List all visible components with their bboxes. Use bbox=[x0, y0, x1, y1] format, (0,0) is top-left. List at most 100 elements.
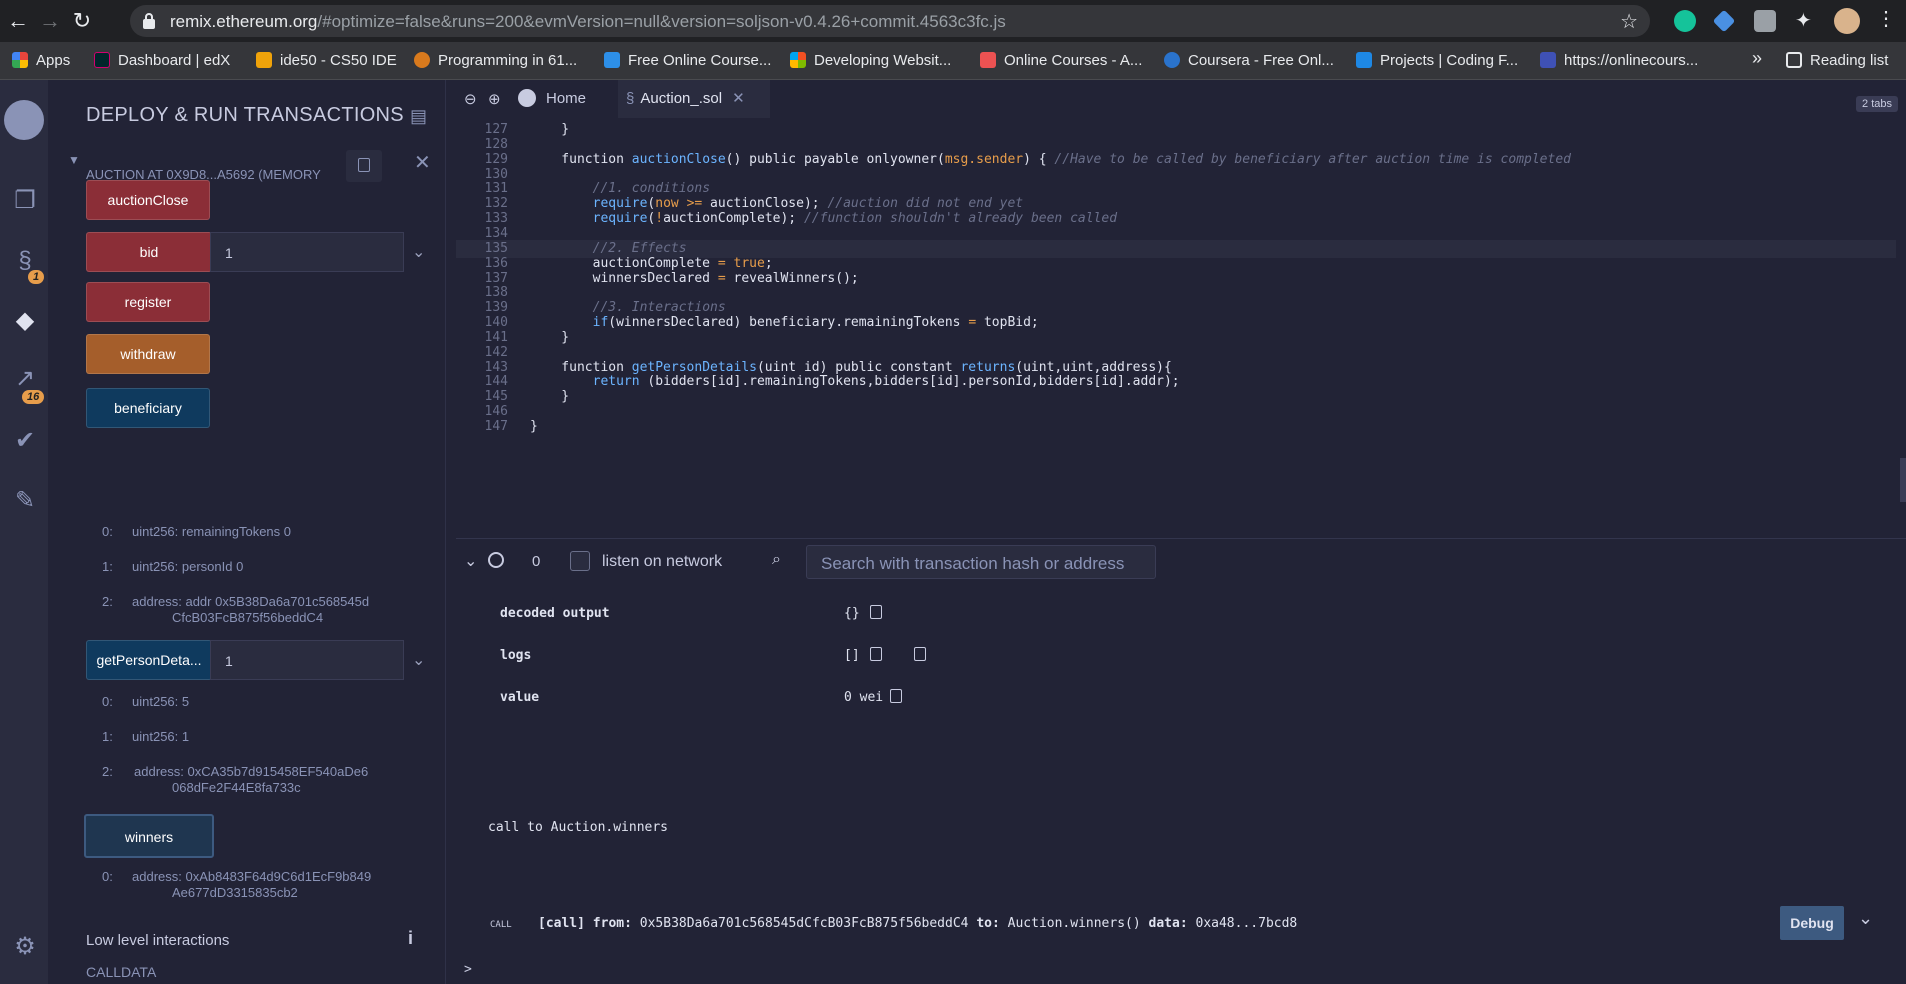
getpersondetails-input[interactable]: 1 bbox=[210, 640, 404, 680]
file-explorer-icon[interactable]: ❐ bbox=[10, 186, 40, 216]
copy-icon[interactable] bbox=[870, 605, 882, 619]
copy-address-button[interactable] bbox=[346, 150, 382, 182]
output-value-cont: 068dFe2F44E8fa733c bbox=[172, 780, 301, 795]
reading-list[interactable]: Reading list bbox=[1786, 52, 1888, 69]
debug-button[interactable]: Debug bbox=[1780, 906, 1844, 940]
output-value-cont: CfcB03FcB875f56beddC4 bbox=[172, 610, 324, 625]
extension-icon[interactable] bbox=[1754, 10, 1776, 32]
browser-chrome: ← → ↻ remix.ethereum.org/#optimize=false… bbox=[0, 0, 1906, 80]
toolbar: ← → ↻ remix.ethereum.org/#optimize=false… bbox=[0, 0, 1906, 42]
forward-arrow-icon[interactable]: → bbox=[38, 9, 62, 33]
bookmark-projects[interactable]: Projects | Coding F... bbox=[1356, 52, 1518, 69]
calldata-label: CALLDATA bbox=[86, 964, 157, 980]
line-number: 147 bbox=[484, 419, 508, 434]
getpersondetails-button[interactable]: getPersonDeta... bbox=[86, 640, 212, 680]
output-index: 1: bbox=[102, 729, 113, 744]
line-number: 132 bbox=[484, 196, 508, 212]
code-line: } bbox=[530, 122, 570, 137]
url-text: remix.ethereum.org/#optimize=false&runs=… bbox=[170, 12, 1006, 31]
copy-icon bbox=[358, 158, 370, 172]
code-line: //1. conditions bbox=[592, 181, 711, 197]
reload-icon[interactable]: ↻ bbox=[70, 9, 94, 33]
microsoft-icon bbox=[790, 52, 806, 68]
avatar[interactable] bbox=[1834, 8, 1860, 34]
docs-book-icon[interactable]: ▤ bbox=[410, 106, 427, 127]
code-line: //2. Effects bbox=[592, 240, 687, 256]
clear-console-icon[interactable] bbox=[488, 552, 504, 568]
settings-gear-icon[interactable]: ⚙ bbox=[10, 932, 40, 962]
transaction-search-input[interactable]: Search with transaction hash or address bbox=[806, 545, 1156, 579]
line-number: 135 bbox=[484, 240, 508, 256]
bookmark-apps[interactable]: Apps bbox=[12, 52, 70, 69]
console-prompt[interactable]: > bbox=[464, 962, 472, 977]
value-value: 0 wei bbox=[844, 690, 884, 705]
chevron-down-icon[interactable]: ▼ bbox=[68, 153, 80, 167]
menu-kebab-icon[interactable]: ⋮ bbox=[1876, 6, 1898, 30]
plugin-manager-icon[interactable]: ✎ bbox=[10, 486, 40, 516]
line-number: 142 bbox=[484, 344, 508, 360]
decoded-output-key: decoded output bbox=[500, 606, 610, 621]
code-editor[interactable]: 127 } 128 129 function auctionClose() publ… bbox=[456, 118, 1906, 508]
reading-list-icon bbox=[1786, 52, 1802, 68]
copy-icon[interactable] bbox=[870, 647, 882, 661]
zoom-in-icon[interactable]: ⊕ bbox=[488, 90, 501, 108]
extension-gem-icon[interactable] bbox=[1712, 9, 1736, 33]
output-value: uint256: personId 0 bbox=[132, 559, 244, 574]
tabs-count-dropdown[interactable]: 2 tabs bbox=[1856, 96, 1898, 112]
listen-network-checkbox[interactable] bbox=[570, 551, 590, 571]
bookmark-onlinecourses[interactable]: https://onlinecours... bbox=[1540, 52, 1698, 69]
chevron-down-icon[interactable]: ⌄ bbox=[412, 242, 425, 262]
bookmark-star-icon[interactable]: ☆ bbox=[1620, 9, 1638, 34]
zoom-out-icon[interactable]: ⊖ bbox=[464, 90, 477, 108]
winners-button[interactable]: winners bbox=[84, 814, 214, 858]
copy-icon[interactable] bbox=[890, 689, 902, 703]
collapse-terminal-icon[interactable]: ⌄ bbox=[464, 551, 477, 571]
solidity-file-icon: § bbox=[626, 90, 635, 107]
tab-auction-sol[interactable]: § Auction_.sol ✕ bbox=[618, 80, 770, 118]
output-index: 0: bbox=[102, 869, 113, 884]
line-number: 131 bbox=[484, 181, 508, 197]
bookmarks-overflow[interactable]: » bbox=[1752, 48, 1762, 69]
withdraw-button[interactable]: withdraw bbox=[86, 334, 210, 374]
call-line: [call] from: 0x5B38Da6a701c568545dCfcB03… bbox=[538, 916, 1298, 931]
bookmark-edx[interactable]: Dashboard | edX bbox=[94, 52, 230, 69]
line-number: 130 bbox=[484, 166, 508, 182]
copy-icon[interactable] bbox=[914, 647, 926, 661]
address-bar[interactable]: remix.ethereum.org/#optimize=false&runs=… bbox=[130, 5, 1650, 37]
output-value: address: addr 0x5B38Da6a701c568545d bbox=[132, 594, 370, 609]
bookmark-coursera[interactable]: Coursera - Free Onl... bbox=[1164, 52, 1334, 69]
edx-icon bbox=[94, 52, 110, 68]
line-number: 146 bbox=[484, 404, 508, 420]
low-level-title: Low level interactions bbox=[86, 932, 230, 949]
beneficiary-button[interactable]: beneficiary bbox=[86, 388, 210, 428]
bid-input[interactable]: 1 bbox=[210, 232, 404, 272]
register-button[interactable]: register bbox=[86, 282, 210, 322]
grammarly-icon[interactable] bbox=[1674, 10, 1696, 32]
listen-network-label: listen on network bbox=[602, 553, 723, 570]
remix-logo-icon[interactable] bbox=[4, 100, 44, 140]
auctionclose-button[interactable]: auctionClose bbox=[86, 180, 210, 220]
onlinecourses-icon bbox=[1540, 52, 1556, 68]
bookmark-udemy[interactable]: Online Courses - A... bbox=[980, 52, 1142, 69]
output-value: uint256: remainingTokens 0 bbox=[132, 524, 291, 539]
checkmark-icon[interactable]: ✔ bbox=[10, 426, 40, 456]
code-line: require(now >= auctionClose); //auction … bbox=[592, 196, 1024, 212]
bookmark-free-online[interactable]: Free Online Course... bbox=[604, 52, 771, 69]
bookmark-developing[interactable]: Developing Websit... bbox=[790, 52, 951, 69]
line-number: 127 bbox=[484, 122, 508, 137]
editor-scrollbar[interactable] bbox=[1900, 458, 1906, 502]
icon-panel: ❐ § 1 ◆ ↗ 16 ✔ ✎ ⚙ bbox=[0, 80, 48, 984]
info-icon[interactable]: i bbox=[408, 928, 413, 949]
line-number: 137 bbox=[484, 270, 508, 286]
bookmark-cs50[interactable]: ide50 - CS50 IDE bbox=[256, 52, 397, 69]
output-index: 0: bbox=[102, 694, 113, 709]
close-icon[interactable]: ✕ bbox=[414, 150, 431, 175]
chevron-down-icon[interactable]: ⌄ bbox=[1858, 908, 1873, 929]
bid-button[interactable]: bid bbox=[86, 232, 212, 272]
back-arrow-icon[interactable]: ← bbox=[6, 9, 30, 33]
puzzle-icon[interactable]: ✦ bbox=[1795, 8, 1817, 32]
bookmark-programming[interactable]: Programming in 61... bbox=[414, 52, 577, 69]
close-tab-icon[interactable]: ✕ bbox=[732, 90, 745, 107]
chevron-down-icon[interactable]: ⌄ bbox=[412, 650, 425, 670]
deploy-run-icon[interactable]: ◆ bbox=[10, 306, 40, 336]
